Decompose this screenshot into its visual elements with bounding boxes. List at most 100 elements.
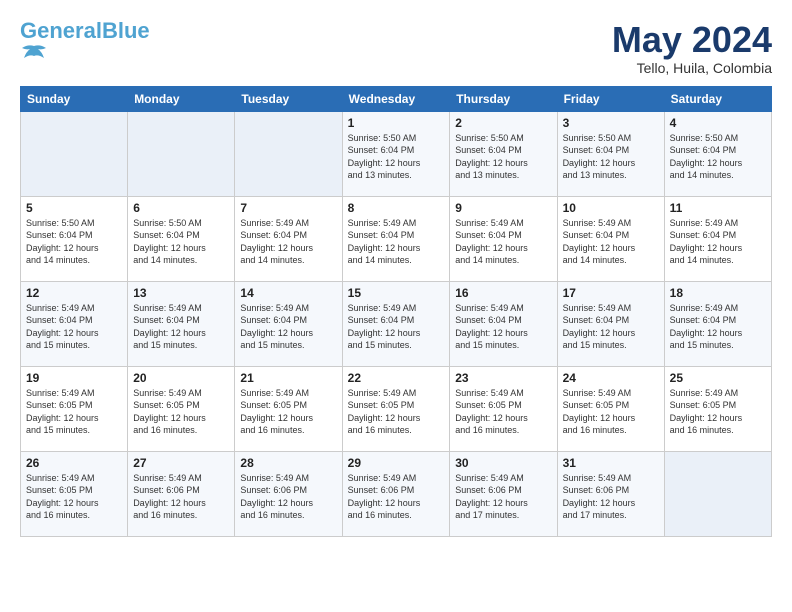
logo: GeneralBlue	[20, 20, 150, 62]
weekday-header-monday: Monday	[128, 86, 235, 111]
calendar-cell: 17 Sunrise: 5:49 AM Sunset: 6:04 PM Dayli…	[557, 281, 664, 366]
calendar-cell: 15 Sunrise: 5:49 AM Sunset: 6:04 PM Dayli…	[342, 281, 450, 366]
logo-blue: Blue	[102, 18, 150, 43]
calendar-cell: 27 Sunrise: 5:49 AM Sunset: 6:06 PM Dayli…	[128, 451, 235, 536]
day-number: 9	[455, 201, 551, 215]
calendar-cell: 4 Sunrise: 5:50 AM Sunset: 6:04 PM Daylig…	[664, 111, 771, 196]
calendar-cell	[235, 111, 342, 196]
calendar-cell: 21 Sunrise: 5:49 AM Sunset: 6:05 PM Dayli…	[235, 366, 342, 451]
calendar-cell: 19 Sunrise: 5:49 AM Sunset: 6:05 PM Dayli…	[21, 366, 128, 451]
calendar-week-row: 26 Sunrise: 5:49 AM Sunset: 6:05 PM Dayli…	[21, 451, 772, 536]
calendar-cell: 26 Sunrise: 5:49 AM Sunset: 6:05 PM Dayli…	[21, 451, 128, 536]
calendar-cell: 2 Sunrise: 5:50 AM Sunset: 6:04 PM Daylig…	[450, 111, 557, 196]
page-header: GeneralBlue May 2024 Tello, Huila, Colom…	[20, 20, 772, 76]
day-number: 7	[240, 201, 336, 215]
day-info: Sunrise: 5:49 AM Sunset: 6:05 PM Dayligh…	[133, 387, 229, 437]
day-info: Sunrise: 5:50 AM Sunset: 6:04 PM Dayligh…	[670, 132, 766, 182]
day-number: 19	[26, 371, 122, 385]
day-number: 20	[133, 371, 229, 385]
day-number: 17	[563, 286, 659, 300]
calendar-cell	[128, 111, 235, 196]
weekday-header-friday: Friday	[557, 86, 664, 111]
calendar-cell	[664, 451, 771, 536]
day-number: 11	[670, 201, 766, 215]
calendar-week-row: 5 Sunrise: 5:50 AM Sunset: 6:04 PM Daylig…	[21, 196, 772, 281]
day-number: 8	[348, 201, 445, 215]
day-info: Sunrise: 5:49 AM Sunset: 6:04 PM Dayligh…	[670, 302, 766, 352]
day-info: Sunrise: 5:49 AM Sunset: 6:04 PM Dayligh…	[240, 302, 336, 352]
day-number: 22	[348, 371, 445, 385]
calendar-week-row: 12 Sunrise: 5:49 AM Sunset: 6:04 PM Dayli…	[21, 281, 772, 366]
logo-bird-icon	[20, 44, 48, 62]
calendar-cell: 18Sunrise: 5:49 AM Sunset: 6:04 PM Dayli…	[664, 281, 771, 366]
day-number: 13	[133, 286, 229, 300]
calendar-cell: 7 Sunrise: 5:49 AM Sunset: 6:04 PM Daylig…	[235, 196, 342, 281]
day-number: 14	[240, 286, 336, 300]
day-number: 25	[670, 371, 766, 385]
day-info: Sunrise: 5:49 AM Sunset: 6:06 PM Dayligh…	[133, 472, 229, 522]
day-number: 10	[563, 201, 659, 215]
logo-text: GeneralBlue	[20, 20, 150, 42]
calendar-cell: 16 Sunrise: 5:49 AM Sunset: 6:04 PM Dayli…	[450, 281, 557, 366]
day-number: 23	[455, 371, 551, 385]
weekday-header-thursday: Thursday	[450, 86, 557, 111]
day-info: Sunrise: 5:49 AM Sunset: 6:04 PM Dayligh…	[348, 302, 445, 352]
calendar-cell: 28Sunrise: 5:49 AM Sunset: 6:06 PM Dayli…	[235, 451, 342, 536]
day-info: Sunrise: 5:49 AM Sunset: 6:04 PM Dayligh…	[348, 217, 445, 267]
calendar-cell: 29Sunrise: 5:49 AM Sunset: 6:06 PM Dayli…	[342, 451, 450, 536]
day-number: 3	[563, 116, 659, 130]
weekday-header-tuesday: Tuesday	[235, 86, 342, 111]
calendar-cell: 20 Sunrise: 5:49 AM Sunset: 6:05 PM Dayli…	[128, 366, 235, 451]
calendar-cell	[21, 111, 128, 196]
weekday-header-row: SundayMondayTuesdayWednesdayThursdayFrid…	[21, 86, 772, 111]
day-info: Sunrise: 5:49 AM Sunset: 6:04 PM Dayligh…	[670, 217, 766, 267]
day-info: Sunrise: 5:49 AM Sunset: 6:06 PM Dayligh…	[563, 472, 659, 522]
calendar-cell: 6Sunrise: 5:50 AM Sunset: 6:04 PM Daylig…	[128, 196, 235, 281]
day-info: Sunrise: 5:49 AM Sunset: 6:04 PM Dayligh…	[26, 302, 122, 352]
day-number: 28	[240, 456, 336, 470]
day-number: 5	[26, 201, 122, 215]
day-info: Sunrise: 5:49 AM Sunset: 6:04 PM Dayligh…	[240, 217, 336, 267]
calendar-cell: 9Sunrise: 5:49 AM Sunset: 6:04 PM Daylig…	[450, 196, 557, 281]
day-info: Sunrise: 5:50 AM Sunset: 6:04 PM Dayligh…	[26, 217, 122, 267]
weekday-header-sunday: Sunday	[21, 86, 128, 111]
day-number: 2	[455, 116, 551, 130]
day-number: 26	[26, 456, 122, 470]
day-info: Sunrise: 5:50 AM Sunset: 6:04 PM Dayligh…	[455, 132, 551, 182]
calendar-week-row: 1 Sunrise: 5:50 AM Sunset: 6:04 PM Daylig…	[21, 111, 772, 196]
day-number: 6	[133, 201, 229, 215]
day-number: 15	[348, 286, 445, 300]
day-info: Sunrise: 5:49 AM Sunset: 6:05 PM Dayligh…	[26, 387, 122, 437]
day-number: 1	[348, 116, 445, 130]
day-number: 21	[240, 371, 336, 385]
day-number: 16	[455, 286, 551, 300]
calendar-cell: 12 Sunrise: 5:49 AM Sunset: 6:04 PM Dayli…	[21, 281, 128, 366]
day-info: Sunrise: 5:49 AM Sunset: 6:04 PM Dayligh…	[563, 217, 659, 267]
calendar-cell: 31Sunrise: 5:49 AM Sunset: 6:06 PM Dayli…	[557, 451, 664, 536]
calendar-cell: 11 Sunrise: 5:49 AM Sunset: 6:04 PM Dayli…	[664, 196, 771, 281]
day-number: 4	[670, 116, 766, 130]
calendar-cell: 13 Sunrise: 5:49 AM Sunset: 6:04 PM Dayli…	[128, 281, 235, 366]
day-info: Sunrise: 5:49 AM Sunset: 6:05 PM Dayligh…	[348, 387, 445, 437]
calendar-cell: 23 Sunrise: 5:49 AM Sunset: 6:05 PM Dayli…	[450, 366, 557, 451]
day-number: 30	[455, 456, 551, 470]
calendar-cell: 3Sunrise: 5:50 AM Sunset: 6:04 PM Daylig…	[557, 111, 664, 196]
calendar-cell: 24Sunrise: 5:49 AM Sunset: 6:05 PM Dayli…	[557, 366, 664, 451]
day-info: Sunrise: 5:49 AM Sunset: 6:04 PM Dayligh…	[455, 302, 551, 352]
day-info: Sunrise: 5:49 AM Sunset: 6:05 PM Dayligh…	[240, 387, 336, 437]
day-info: Sunrise: 5:49 AM Sunset: 6:05 PM Dayligh…	[563, 387, 659, 437]
location: Tello, Huila, Colombia	[612, 60, 772, 76]
calendar-cell: 5 Sunrise: 5:50 AM Sunset: 6:04 PM Daylig…	[21, 196, 128, 281]
day-info: Sunrise: 5:49 AM Sunset: 6:04 PM Dayligh…	[133, 302, 229, 352]
day-info: Sunrise: 5:49 AM Sunset: 6:05 PM Dayligh…	[26, 472, 122, 522]
title-area: May 2024 Tello, Huila, Colombia	[612, 20, 772, 76]
day-info: Sunrise: 5:49 AM Sunset: 6:06 PM Dayligh…	[348, 472, 445, 522]
day-info: Sunrise: 5:49 AM Sunset: 6:04 PM Dayligh…	[563, 302, 659, 352]
day-info: Sunrise: 5:49 AM Sunset: 6:05 PM Dayligh…	[670, 387, 766, 437]
day-info: Sunrise: 5:49 AM Sunset: 6:05 PM Dayligh…	[455, 387, 551, 437]
weekday-header-wednesday: Wednesday	[342, 86, 450, 111]
calendar-cell: 10 Sunrise: 5:49 AM Sunset: 6:04 PM Dayli…	[557, 196, 664, 281]
calendar-cell: 30Sunrise: 5:49 AM Sunset: 6:06 PM Dayli…	[450, 451, 557, 536]
day-number: 12	[26, 286, 122, 300]
day-number: 27	[133, 456, 229, 470]
